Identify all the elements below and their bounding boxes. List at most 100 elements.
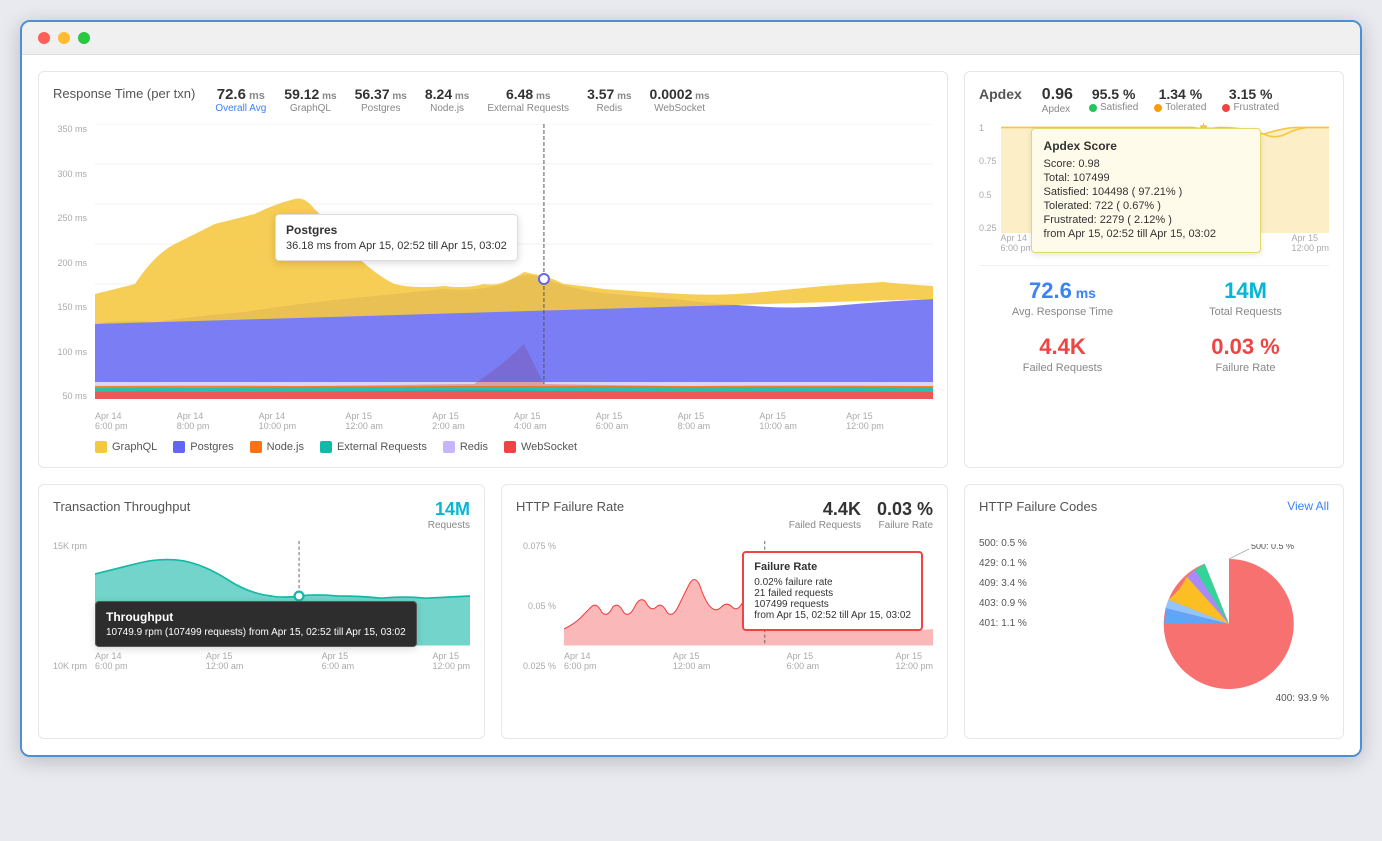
total-requests: 14M Total Requests bbox=[1162, 278, 1329, 318]
apdex-tooltip-frustrated: Frustrated: 2279 ( 2.12% ) bbox=[1044, 214, 1248, 226]
apdex-tooltip-score: Score: 0.98 bbox=[1044, 158, 1248, 170]
graphql-label: GraphQL bbox=[284, 103, 336, 114]
failure-tooltip-total: 107499 requests bbox=[754, 599, 911, 610]
http-failure-title: HTTP Failure Rate bbox=[516, 499, 624, 514]
tolerated-label: Tolerated bbox=[1154, 102, 1206, 113]
overall-avg-label[interactable]: Overall Avg bbox=[215, 103, 266, 114]
apdex-frustrated: 3.15 % Frustrated bbox=[1222, 86, 1279, 115]
apdex-chart[interactable]: 1 0.75 0.5 0.25 bbox=[979, 123, 1329, 253]
avg-response-time: 72.6 ms Avg. Response Time bbox=[979, 278, 1146, 318]
legend-nodejs[interactable]: Node.js bbox=[250, 441, 304, 453]
response-time-title: Response Time (per txn) bbox=[53, 86, 195, 101]
failure-tooltip-failed: 21 failed requests bbox=[754, 588, 911, 599]
http-failure-codes-panel: HTTP Failure Codes View All 500: 0.5 % 4… bbox=[964, 484, 1344, 739]
apdex-tooltip-total: Total: 107499 bbox=[1044, 172, 1248, 184]
tooltip-title: Postgres bbox=[286, 223, 507, 237]
frustrated-label: Frustrated bbox=[1222, 102, 1279, 113]
pie-labels: 500: 0.5 % 429: 0.1 % 409: 3.4 % 403: 0.… bbox=[979, 534, 1027, 634]
response-time-metrics: 72.6 ms Overall Avg 59.12 ms GraphQL 56.… bbox=[215, 86, 709, 114]
code-403: 403: 0.9 % bbox=[979, 594, 1027, 614]
pie-chart-svg: 500: 0.5 % bbox=[1149, 544, 1309, 704]
throughput-tooltip: Throughput 10749.9 rpm (107499 requests)… bbox=[95, 601, 417, 647]
failed-requests: 4.4K Failed Requests bbox=[979, 334, 1146, 374]
apdex-header: Apdex 0.96 Apdex 95.5 % Satisfied bbox=[979, 86, 1329, 115]
x-axis-labels: Apr 146:00 pm Apr 148:00 pm Apr 1410:00 … bbox=[95, 411, 933, 431]
throughput-panel: Transaction Throughput 14M Requests 15K … bbox=[38, 484, 485, 739]
throughput-header: Transaction Throughput 14M Requests bbox=[53, 499, 470, 531]
apdex-title: Apdex bbox=[979, 86, 1022, 102]
failure-rate-label: Failure Rate bbox=[1162, 362, 1329, 374]
bottom-row: Transaction Throughput 14M Requests 15K … bbox=[38, 484, 1344, 739]
legend-graphql[interactable]: GraphQL bbox=[95, 441, 157, 453]
satisfied-label: Satisfied bbox=[1089, 102, 1138, 113]
total-requests-label: Total Requests bbox=[1162, 306, 1329, 318]
apdex-tooltip-tolerated: Tolerated: 722 ( 0.67% ) bbox=[1044, 200, 1248, 212]
nodejs-label: Node.js bbox=[425, 103, 469, 114]
failure-rate: 0.03 % Failure Rate bbox=[1162, 334, 1329, 374]
redis-label: Redis bbox=[587, 103, 631, 114]
http-failure-codes-header: HTTP Failure Codes View All bbox=[979, 499, 1329, 514]
code-429: 429: 0.1 % bbox=[979, 554, 1027, 574]
failure-tooltip: Failure Rate 0.02% failure rate 21 faile… bbox=[742, 551, 923, 631]
apdex-tolerated: 1.34 % Tolerated bbox=[1154, 86, 1206, 115]
apdex-stats-grid: 72.6 ms Avg. Response Time 14M Total Req… bbox=[979, 265, 1329, 374]
metric-websocket: 0.0002 ms WebSocket bbox=[650, 86, 710, 114]
metric-overall-avg: 72.6 ms Overall Avg bbox=[215, 86, 266, 114]
external-label: External Requests bbox=[487, 103, 569, 114]
throughput-chart[interactable]: 15K rpm 10K rpm bbox=[53, 541, 470, 691]
apdex-score: 0.96 Apdex bbox=[1042, 86, 1073, 115]
close-icon[interactable] bbox=[38, 32, 50, 44]
pie-chart-container: 500: 0.5 % 429: 0.1 % 409: 3.4 % 403: 0.… bbox=[979, 524, 1329, 724]
failed-requests-metric: 4.4K Failed Requests bbox=[789, 499, 861, 531]
tooltip-value: 36.18 ms from Apr 15, 02:52 till Apr 15,… bbox=[286, 240, 507, 252]
failure-tooltip-title: Failure Rate bbox=[754, 561, 911, 573]
http-failure-panel: HTTP Failure Rate 4.4K Failed Requests 0… bbox=[501, 484, 948, 739]
minimize-icon[interactable] bbox=[58, 32, 70, 44]
websocket-label: WebSocket bbox=[650, 103, 710, 114]
apdex-tooltip-title: Apdex Score bbox=[1044, 139, 1248, 153]
legend-redis[interactable]: Redis bbox=[443, 441, 488, 453]
metric-postgres: 56.37 ms Postgres bbox=[355, 86, 407, 114]
legend-external[interactable]: External Requests bbox=[320, 441, 427, 453]
postgres-tooltip: Postgres 36.18 ms from Apr 15, 02:52 til… bbox=[275, 214, 518, 261]
apdex-metrics: 0.96 Apdex 95.5 % Satisfied 1.34 % bbox=[1042, 86, 1279, 115]
response-time-chart-container: 350 ms 300 ms 250 ms 200 ms 150 ms 100 m… bbox=[53, 124, 933, 431]
browser-window: Response Time (per txn) 72.6 ms Overall … bbox=[20, 20, 1362, 757]
metric-graphql: 59.12 ms GraphQL bbox=[284, 86, 336, 114]
throughput-title: Transaction Throughput bbox=[53, 499, 190, 514]
metric-external: 6.48 ms External Requests bbox=[487, 86, 569, 114]
legend-postgres[interactable]: Postgres bbox=[173, 441, 233, 453]
response-time-chart[interactable]: Postgres 36.18 ms from Apr 15, 02:52 til… bbox=[95, 124, 933, 407]
http-failure-header: HTTP Failure Rate 4.4K Failed Requests 0… bbox=[516, 499, 933, 531]
chart-legend: GraphQL Postgres Node.js External Reques… bbox=[95, 441, 933, 453]
throughput-x-axis: Apr 146:00 pm Apr 1512:00 am Apr 156:00 … bbox=[95, 651, 470, 671]
apdex-panel: Apdex 0.96 Apdex 95.5 % Satisfied bbox=[964, 71, 1344, 468]
view-all-link[interactable]: View All bbox=[1287, 499, 1329, 513]
legend-websocket[interactable]: WebSocket bbox=[504, 441, 577, 453]
svg-text:500: 0.5 %: 500: 0.5 % bbox=[1251, 544, 1294, 551]
response-time-header: Response Time (per txn) 72.6 ms Overall … bbox=[53, 86, 933, 114]
avg-response-label: Avg. Response Time bbox=[979, 306, 1146, 318]
metric-nodejs: 8.24 ms Node.js bbox=[425, 86, 469, 114]
response-time-svg bbox=[95, 124, 933, 404]
apdex-tooltip-satisfied: Satisfied: 104498 ( 97.21% ) bbox=[1044, 186, 1248, 198]
browser-bar bbox=[22, 22, 1360, 55]
code-500: 500: 0.5 % bbox=[979, 534, 1027, 554]
failure-rate-metric: 0.03 % Failure Rate bbox=[877, 499, 933, 531]
y-axis-labels: 350 ms 300 ms 250 ms 200 ms 150 ms 100 m… bbox=[53, 124, 91, 401]
throughput-metric: 14M Requests bbox=[428, 499, 470, 531]
code-401: 401: 1.1 % bbox=[979, 614, 1027, 634]
throughput-tooltip-value: 10749.9 rpm (107499 requests) from Apr 1… bbox=[106, 627, 406, 638]
code-409: 409: 3.4 % bbox=[979, 574, 1027, 594]
postgres-label: Postgres bbox=[355, 103, 407, 114]
apdex-y-axis: 1 0.75 0.5 0.25 bbox=[979, 123, 1001, 253]
apdex-tooltip-period: from Apr 15, 02:52 till Apr 15, 03:02 bbox=[1044, 228, 1248, 240]
throughput-tooltip-title: Throughput bbox=[106, 610, 406, 624]
http-failure-codes-title: HTTP Failure Codes bbox=[979, 499, 1097, 514]
apdex-tooltip: Apdex Score Score: 0.98 Total: 107499 Sa… bbox=[1031, 128, 1261, 253]
code-400: 400: 93.9 % bbox=[1276, 693, 1329, 704]
dashboard: Response Time (per txn) 72.6 ms Overall … bbox=[22, 55, 1360, 755]
apdex-satisfied: 95.5 % Satisfied bbox=[1089, 86, 1138, 115]
http-failure-chart[interactable]: 0.075 % 0.05 % 0.025 % bbox=[516, 541, 933, 691]
maximize-icon[interactable] bbox=[78, 32, 90, 44]
